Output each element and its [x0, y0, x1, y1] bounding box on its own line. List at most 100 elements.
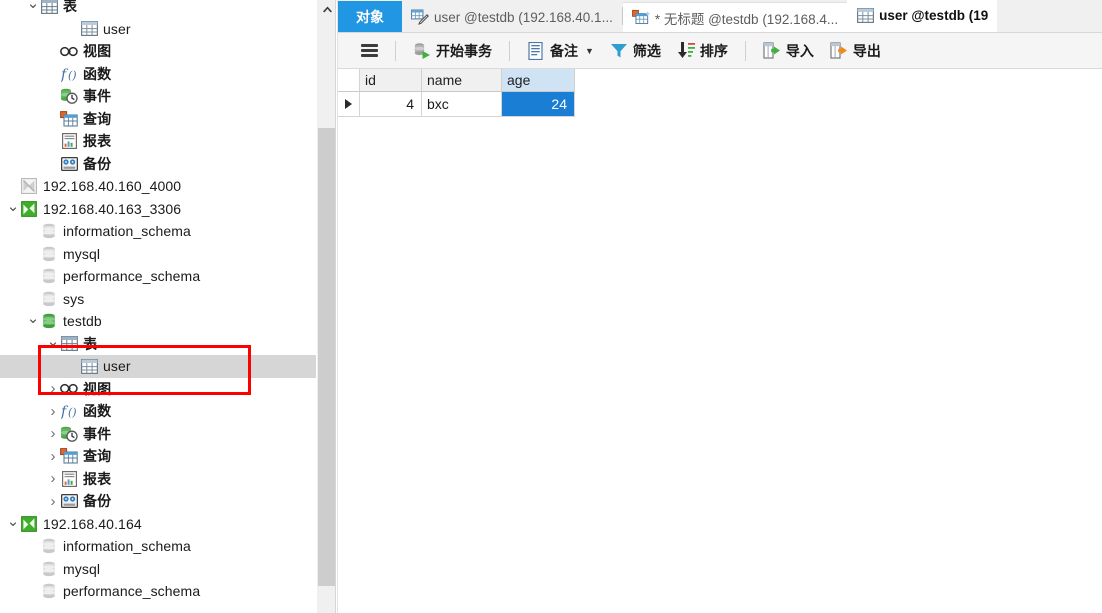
- chevron-right-icon[interactable]: [46, 494, 60, 509]
- import-icon: [763, 42, 781, 60]
- tree-item-table-user-testdb[interactable]: user: [0, 355, 336, 378]
- data-grid-toolbar[interactable]: 开始事务 备注 ▼ 筛选 排序 导入 导出: [338, 33, 1102, 69]
- tab-table-designer[interactable]: user @testdb (192.168.40.1...: [402, 2, 622, 32]
- grid-cell-age[interactable]: 24: [502, 92, 575, 117]
- toolbar-separator-2: [509, 40, 510, 61]
- database-gray-icon: [40, 246, 58, 262]
- grid-cell-id[interactable]: 4: [360, 92, 422, 117]
- tree-item-conn-160[interactable]: 192.168.40.160_4000: [0, 175, 336, 198]
- tab-query-untitled[interactable]: * 无标题 @testdb (192.168.4...: [622, 2, 848, 32]
- chevron-down-icon[interactable]: [6, 522, 20, 526]
- chevron-right-icon[interactable]: [46, 449, 60, 464]
- table-icon: [80, 21, 98, 37]
- tree-item-label: sys: [63, 290, 85, 307]
- tree-item-tables-160[interactable]: 表: [0, 0, 336, 18]
- export-button[interactable]: 导出: [822, 36, 889, 66]
- database-green-icon: [40, 313, 58, 329]
- table-designer-icon: [411, 8, 429, 25]
- connection-green-icon: [20, 515, 38, 532]
- tab-objects[interactable]: 对象: [338, 1, 402, 32]
- chevron-right-icon[interactable]: [46, 471, 60, 486]
- grid-column-header-name[interactable]: name: [422, 69, 502, 92]
- chevron-right-icon[interactable]: [46, 426, 60, 441]
- tree-item-backups-160[interactable]: 备份: [0, 153, 336, 176]
- tree-item-queries-testdb[interactable]: 查询: [0, 445, 336, 468]
- tree-item-db-163-info[interactable]: information_schema: [0, 220, 336, 243]
- tree-item-label: 192.168.40.164: [43, 515, 142, 532]
- import-button[interactable]: 导入: [755, 36, 822, 66]
- connection-green-icon: [20, 200, 38, 217]
- tab-table-data[interactable]: user @testdb (19: [847, 0, 998, 32]
- filter-label: 筛选: [632, 42, 661, 59]
- tree-item-db-164-mysql[interactable]: mysql: [0, 558, 336, 581]
- tree-item-label: 报表: [83, 470, 112, 487]
- tree-item-db-163-testdb[interactable]: testdb: [0, 310, 336, 333]
- tree-item-functions-160[interactable]: f() 函数: [0, 63, 336, 86]
- scroll-up-arrow-icon[interactable]: [317, 0, 336, 18]
- current-row-arrow-icon[interactable]: [338, 92, 360, 117]
- chevron-right-icon[interactable]: [46, 404, 60, 419]
- chevron-down-icon[interactable]: [6, 207, 20, 211]
- tree-item-label: performance_schema: [63, 268, 201, 285]
- tree-item-db-163-sys[interactable]: sys: [0, 288, 336, 311]
- chevron-down-icon[interactable]: [26, 4, 40, 8]
- object-tree[interactable]: 表user视图f()函数事件查询报表备份192.168.40.160_40001…: [0, 0, 336, 603]
- sort-label: 排序: [699, 42, 728, 59]
- tree-item-label: mysql: [63, 245, 101, 262]
- begin-transaction-button[interactable]: 开始事务: [405, 36, 500, 66]
- tree-item-conn-164[interactable]: 192.168.40.164: [0, 513, 336, 536]
- sort-button[interactable]: 排序: [669, 36, 736, 66]
- grid-column-header-age[interactable]: age: [502, 69, 575, 92]
- function-icon: f(): [60, 403, 78, 419]
- tree-item-reports-testdb[interactable]: 报表: [0, 468, 336, 491]
- note-button[interactable]: 备注 ▼: [519, 36, 602, 66]
- tab-label: * 无标题 @testdb (192.168.4...: [654, 11, 839, 27]
- tree-item-queries-160[interactable]: 查询: [0, 108, 336, 131]
- tree-item-views-160[interactable]: 视图: [0, 40, 336, 63]
- tree-item-functions-testdb[interactable]: f() 函数: [0, 400, 336, 423]
- tree-item-db-164-info[interactable]: information_schema: [0, 535, 336, 558]
- database-gray-icon: [40, 538, 58, 554]
- tree-item-label: 192.168.40.163_3306: [43, 200, 182, 217]
- tree-item-tables-testdb[interactable]: 表: [0, 333, 336, 356]
- tree-item-db-163-perf[interactable]: performance_schema: [0, 265, 336, 288]
- svg-text:(): (): [68, 406, 77, 419]
- chevron-down-icon[interactable]: ▼: [585, 46, 594, 56]
- sidebar-right-edge: [335, 0, 336, 613]
- grid-data-row[interactable]: 4 bxc 24: [338, 92, 1102, 117]
- hamburger-menu-button[interactable]: [352, 36, 386, 66]
- tree-item-table-user-160[interactable]: user: [0, 18, 336, 41]
- tree-item-label: 视图: [83, 380, 112, 397]
- export-icon: [830, 42, 848, 60]
- view-icon: [60, 43, 78, 59]
- tree-item-backups-testdb[interactable]: 备份: [0, 490, 336, 513]
- grid-cell-name[interactable]: bxc: [422, 92, 502, 117]
- tree-item-db-164-perf[interactable]: performance_schema: [0, 580, 336, 603]
- note-icon: [527, 41, 545, 60]
- sidebar-vertical-scrollbar[interactable]: [316, 0, 336, 613]
- table-icon: [856, 8, 874, 24]
- sidebar-scroll-thumb[interactable]: [318, 128, 336, 586]
- begin-transaction-icon: [413, 42, 431, 60]
- filter-button[interactable]: 筛选: [602, 36, 669, 66]
- chevron-down-icon[interactable]: [46, 342, 60, 346]
- tree-item-events-testdb[interactable]: 事件: [0, 423, 336, 446]
- tree-item-conn-163[interactable]: 192.168.40.163_3306: [0, 198, 336, 221]
- tree-item-db-163-mysql[interactable]: mysql: [0, 243, 336, 266]
- object-tree-sidebar[interactable]: 表user视图f()函数事件查询报表备份192.168.40.160_40001…: [0, 0, 336, 613]
- tree-item-reports-160[interactable]: 报表: [0, 130, 336, 153]
- chevron-right-icon[interactable]: [46, 381, 60, 396]
- editor-tab-strip[interactable]: 对象 user @testdb (192.168.40.1... * 无标题 @te…: [338, 0, 1102, 33]
- grid-corner-cell[interactable]: [338, 69, 360, 92]
- tree-item-label: 报表: [83, 133, 112, 150]
- grid-column-header-id[interactable]: id: [360, 69, 422, 92]
- tree-item-views-testdb[interactable]: 视图: [0, 378, 336, 401]
- tree-item-label: 函数: [83, 65, 112, 82]
- tab-label: user @testdb (192.168.40.1...: [434, 9, 613, 25]
- tree-item-events-160[interactable]: 事件: [0, 85, 336, 108]
- tree-item-label: user: [103, 20, 131, 37]
- note-label: 备注: [550, 42, 578, 59]
- chevron-down-icon[interactable]: [26, 319, 40, 323]
- toolbar-separator-3: [744, 40, 746, 61]
- data-grid[interactable]: id name age 4 bxc 24: [338, 69, 1102, 117]
